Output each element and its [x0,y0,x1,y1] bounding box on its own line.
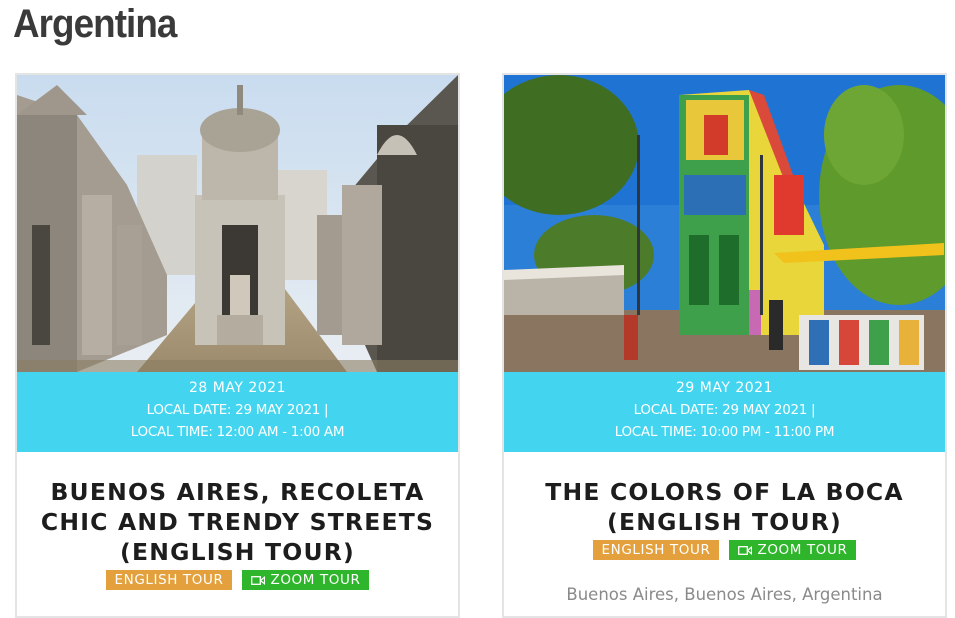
tour-photo[interactable] [504,75,945,372]
video-camera-icon [738,546,753,555]
local-time: LOCAL TIME: 12:00 AM - 1:00 AM [130,424,345,440]
recoleta-cemetery-photo [17,75,458,372]
tour-card[interactable]: 28 MAY 2021 LOCAL DATE: 29 MAY 2021 | LO… [15,73,460,618]
tour-location: Buenos Aires, Buenos Aires, Argentina [566,585,883,604]
tour-photo[interactable] [17,75,458,372]
zoom-badge: ZOOM TOUR [242,570,370,590]
tour-title[interactable]: THE COLORS OF LA BOCA (ENGLISH TOUR) [524,477,925,537]
zoom-badge-label: ZOOM TOUR [270,572,361,588]
language-badge: ENGLISH TOUR [592,540,720,560]
zoom-badge-label: ZOOM TOUR [757,542,848,558]
local-date: LOCAL DATE: 29 MAY 2021 | [146,402,329,418]
la-boca-photo [504,75,945,372]
local-time: LOCAL TIME: 10:00 PM - 11:00 PM [614,424,835,440]
tour-date: 29 MAY 2021 [676,380,773,396]
date-band: 28 MAY 2021 LOCAL DATE: 29 MAY 2021 | LO… [17,372,458,452]
local-date: LOCAL DATE: 29 MAY 2021 | [633,402,816,418]
video-camera-icon [251,576,266,585]
language-badge: ENGLISH TOUR [105,570,233,590]
zoom-badge: ZOOM TOUR [729,540,857,560]
badge-row: ENGLISH TOUR ZOOM TOUR [504,540,945,560]
page-title: Argentina [13,2,177,46]
tour-date: 28 MAY 2021 [189,380,286,396]
date-band: 29 MAY 2021 LOCAL DATE: 29 MAY 2021 | LO… [504,372,945,452]
tour-card[interactable]: 29 MAY 2021 LOCAL DATE: 29 MAY 2021 | LO… [502,73,947,618]
tour-title[interactable]: BUENOS AIRES, RECOLETA CHIC AND TRENDY S… [37,477,438,567]
badge-row: ENGLISH TOUR ZOOM TOUR [17,570,458,590]
